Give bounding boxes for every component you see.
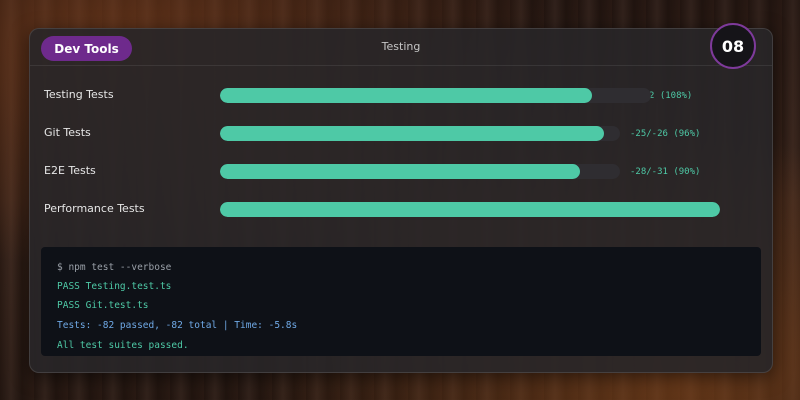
test-row: E2E Tests -28/-31 (90%) — [30, 162, 772, 182]
terminal-line: $ npm test --verbose — [57, 262, 172, 273]
progress-fill — [220, 126, 604, 141]
terminal-line: Tests: -82 passed, -82 total | Time: -5.… — [57, 320, 298, 331]
test-row-label: Testing Tests — [44, 88, 114, 101]
progress-track — [220, 88, 651, 103]
test-row: Git Tests -25/-26 (96%) — [30, 124, 772, 144]
terminal-line: All test suites passed. — [57, 340, 189, 351]
test-row-value: -25/-26 (96%) — [630, 129, 701, 139]
progress-track — [220, 126, 620, 141]
panel-title: Testing — [381, 40, 421, 53]
progress-fill — [220, 88, 592, 103]
test-row-label: Performance Tests — [44, 202, 145, 215]
counter-badge: 08 — [710, 23, 756, 69]
panel-header: Dev Tools Testing — [30, 29, 772, 66]
progress-track — [220, 202, 720, 217]
progress-fill — [220, 164, 580, 179]
terminal-line: PASS Testing.test.ts — [57, 281, 172, 292]
test-row-label: E2E Tests — [44, 164, 96, 177]
test-row-value: 2 (108%) — [649, 91, 693, 101]
progress-fill — [220, 202, 720, 217]
test-row: Testing Tests 2 (108%) — [30, 86, 772, 106]
test-row-value: -28/-31 (90%) — [630, 167, 701, 177]
test-row-label: Git Tests — [44, 126, 91, 139]
test-row: Performance Tests — [30, 200, 772, 220]
terminal-line: PASS Git.test.ts — [57, 300, 149, 311]
test-results-panel: Dev Tools Testing 08 Testing Tests 2 (10… — [29, 23, 773, 373]
progress-track — [220, 164, 620, 179]
terminal-output: $ npm test --verbose PASS Testing.test.t… — [41, 247, 761, 356]
